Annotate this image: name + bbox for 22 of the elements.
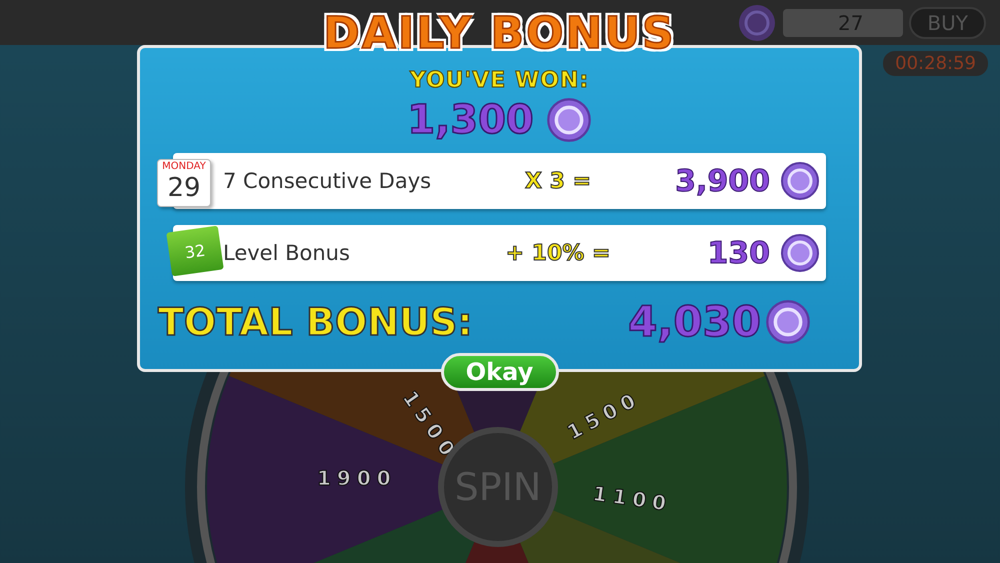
bonus-value: 3,900 [674,164,771,198]
bonus-label: 7 Consecutive Days [223,169,432,193]
bonus-value: 130 [706,236,771,270]
okay-button[interactable]: Okay [440,353,558,391]
chip-icon [546,97,592,143]
chip-icon [780,233,820,273]
bonus-label: Level Bonus [223,241,351,265]
multiplier-label: + 10% = [504,240,612,266]
subtitle: YOU'VE WON: [410,68,590,93]
chip-icon [765,298,811,344]
won-amount: 1,300 [407,97,534,143]
chip-icon [780,161,820,201]
wheel-prize-label: 1900 [317,466,397,490]
total-label: TOTAL BONUS: [158,300,474,344]
day-number: 29 [167,173,201,203]
chip-icon [737,2,778,42]
multiplier-label: X 3 = [524,168,592,194]
level-badge: 32 [166,226,224,276]
weekday-label: MONDAY [162,160,206,173]
timer: 00:28:59 [883,51,988,76]
total-value: 4,030 [628,297,761,346]
wheel-prize-label: 1100 [591,481,674,516]
